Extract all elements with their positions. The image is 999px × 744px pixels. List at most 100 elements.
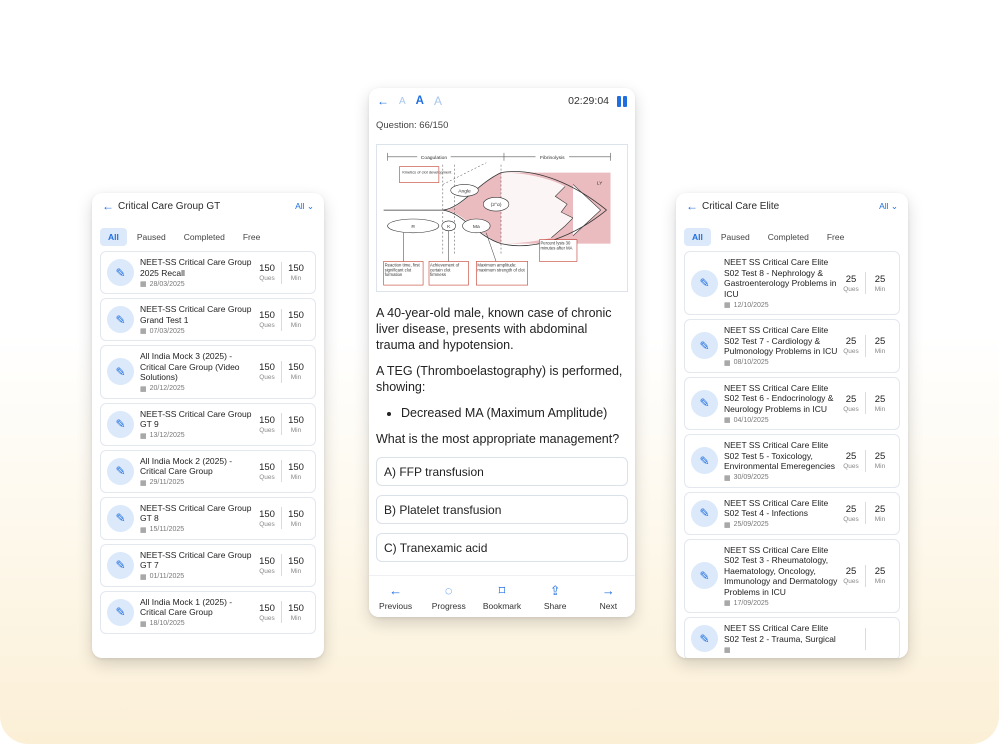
test-stats: 150 Ques 150 Min xyxy=(254,308,309,331)
duration-label: Min xyxy=(874,515,886,523)
test-icon: ✎ xyxy=(107,259,134,286)
test-card[interactable]: ✎ NEET-SS Critical Care Group 2025 Recall… xyxy=(100,251,316,294)
question-toolbar: ← A A A 02:29:04 xyxy=(369,90,635,112)
duration-value: 150 xyxy=(288,602,304,614)
test-stats: 150 Ques 150 Min xyxy=(254,554,309,576)
font-size-medium-button[interactable]: A xyxy=(416,95,424,107)
test-card[interactable]: ✎ NEET SS Critical Care Elite S02 Test 2 … xyxy=(684,617,900,658)
duration: 25 Min xyxy=(867,566,893,585)
duration-label: Min xyxy=(290,614,302,622)
question-count: 25 Ques xyxy=(838,451,864,470)
test-card[interactable]: ✎ NEET SS Critical Care Elite S02 Test 5 … xyxy=(684,434,900,488)
test-card[interactable]: ✎ NEET SS Critical Care Elite S02 Test 3 … xyxy=(684,538,900,613)
option-a[interactable]: A) FFP transfusion xyxy=(376,457,628,486)
question-count: 150 Ques xyxy=(254,462,280,481)
duration-value: 25 xyxy=(874,451,886,463)
question-count-label: Ques xyxy=(843,348,859,356)
test-card[interactable]: ✎ NEET-SS Critical Care Group GT 7 ▦ 01/11/… xyxy=(100,543,316,587)
test-date-row: ▦ 08/10/2025 xyxy=(724,359,838,367)
test-card[interactable]: ✎ All India Mock 1 (2025) - Critical Care… xyxy=(100,590,316,634)
test-date-row: ▦ 12/10/2025 xyxy=(724,301,838,310)
progress-button[interactable]: ◌ Progress xyxy=(424,583,474,611)
calendar-icon: ▦ xyxy=(724,474,731,482)
test-stats: 25 Ques 25 Min xyxy=(838,502,893,524)
nav-label: Bookmark xyxy=(482,600,522,611)
duration-label: Min xyxy=(290,473,302,481)
header: ← Critical Care Elite All ⌄ xyxy=(676,193,908,219)
question-count xyxy=(838,638,864,639)
duration-label: Min xyxy=(874,463,886,471)
font-size-small-button[interactable]: A xyxy=(399,96,406,107)
test-card-body: NEET-SS Critical Care Group 2025 Recall ▦… xyxy=(140,257,254,288)
test-card[interactable]: ✎ NEET SS Critical Care Elite S02 Test 4 … xyxy=(684,491,900,535)
tab-completed[interactable]: Completed xyxy=(760,228,817,246)
question-count-value: 25 xyxy=(845,503,857,515)
test-card[interactable]: ✎ NEET SS Critical Care Elite S02 Test 8 … xyxy=(684,251,900,315)
nav-label: Progress xyxy=(431,600,466,611)
test-icon: ✎ xyxy=(691,499,718,527)
option-c[interactable]: C) Tranexamic acid xyxy=(376,533,628,562)
teg-figure: Coagulation Fibrinolysis Angle (2°α) Ma … xyxy=(376,144,628,292)
test-title: NEET SS Critical Care Elite S02 Test 8 -… xyxy=(724,257,837,299)
tab-paused[interactable]: Paused xyxy=(713,228,758,246)
test-list: ✎ NEET SS Critical Care Elite S02 Test 8 … xyxy=(676,249,908,658)
question-paragraph: A TEG (Thromboelastography) is performed… xyxy=(376,364,623,394)
test-card[interactable]: ✎ NEET SS Critical Care Elite S02 Test 7 … xyxy=(684,319,900,373)
back-arrow-icon[interactable]: ← xyxy=(377,94,399,108)
test-date: 08/10/2025 xyxy=(733,359,769,366)
bottom-navigation: ← Previous ◌ Progress ⌑ Bookmark ⇪ Share… xyxy=(369,575,635,617)
test-date-row: ▦ 29/11/2025 xyxy=(140,479,254,487)
left-phone-screen: ← Critical Care Group GT All ⌄ All Pause… xyxy=(92,193,324,658)
filter-dropdown[interactable]: All ⌄ xyxy=(879,201,898,212)
test-icon: ✎ xyxy=(691,562,718,590)
progress-icon: ◌ xyxy=(444,582,453,598)
duration-label: Min xyxy=(290,374,302,382)
back-arrow-icon[interactable]: ← xyxy=(102,199,118,213)
test-date: 15/11/2025 xyxy=(149,526,185,533)
question-count: 150 Ques xyxy=(254,310,280,329)
divider xyxy=(281,554,282,576)
tab-paused[interactable]: Paused xyxy=(129,228,174,246)
test-card[interactable]: ✎ All India Mock 2 (2025) - Critical Care… xyxy=(100,449,316,493)
test-card[interactable]: ✎ NEET SS Critical Care Elite S02 Test 6 … xyxy=(684,376,900,430)
tab-completed[interactable]: Completed xyxy=(176,228,233,246)
test-stats: 25 Ques 25 Min xyxy=(838,272,893,294)
question-count-value: 150 xyxy=(259,263,275,274)
test-card[interactable]: ✎ NEET-SS Critical Care Group GT 9 ▦ 13/12/… xyxy=(100,402,316,446)
test-card[interactable]: ✎ NEET-SS Critical Care Group Grand Test … xyxy=(100,298,316,341)
question-count-label: Ques xyxy=(259,473,275,481)
test-card[interactable]: ✎ NEET-SS Critical Care Group GT 8 ▦ 15/11/… xyxy=(100,496,316,540)
tab-free[interactable]: Free xyxy=(235,228,268,246)
duration-label: Min xyxy=(290,322,302,329)
filter-dropdown[interactable]: All ⌄ xyxy=(295,201,314,212)
duration: 150 Min xyxy=(283,362,309,381)
share-button[interactable]: ⇪ Share xyxy=(530,583,580,611)
test-card[interactable]: ✎ All India Mock 3 (2025) - Critical Care… xyxy=(100,345,316,399)
question-count-label: Ques xyxy=(843,515,859,523)
test-date: 12/10/2025 xyxy=(733,301,769,309)
test-date-row: ▦ 15/11/2025 xyxy=(140,526,254,534)
duration: 25 Min xyxy=(867,451,893,470)
tab-all[interactable]: All xyxy=(100,228,127,246)
pause-icon[interactable] xyxy=(617,95,627,107)
duration: 25 Min xyxy=(867,336,893,355)
test-date: 30/09/2025 xyxy=(733,474,769,481)
reaction-time-label: Reaction time, first significant clot fo… xyxy=(384,262,420,278)
tab-all[interactable]: All xyxy=(684,228,711,246)
question-count: 150 Ques xyxy=(254,556,280,575)
option-b[interactable]: B) Platelet transfusion xyxy=(376,495,628,524)
font-size-large-button[interactable]: A xyxy=(434,94,442,108)
tab-free[interactable]: Free xyxy=(819,228,852,246)
test-card-body: NEET-SS Critical Care Group GT 8 ▦ 15/11/2… xyxy=(140,503,254,534)
duration-label: Min xyxy=(874,405,886,413)
test-date-row: ▦ 20/12/2025 xyxy=(140,385,254,393)
divider xyxy=(865,272,866,294)
question-count-label: Ques xyxy=(259,426,275,434)
calendar-icon: ▦ xyxy=(140,526,147,534)
previous-button[interactable]: ← Previous xyxy=(371,583,421,611)
bookmark-button[interactable]: ⌑ Bookmark xyxy=(477,583,527,611)
back-arrow-icon[interactable]: ← xyxy=(686,199,702,213)
next-button[interactable]: → Next xyxy=(583,583,633,611)
duration-value: 25 xyxy=(874,566,886,578)
test-stats: 25 Ques 25 Min xyxy=(838,392,893,415)
